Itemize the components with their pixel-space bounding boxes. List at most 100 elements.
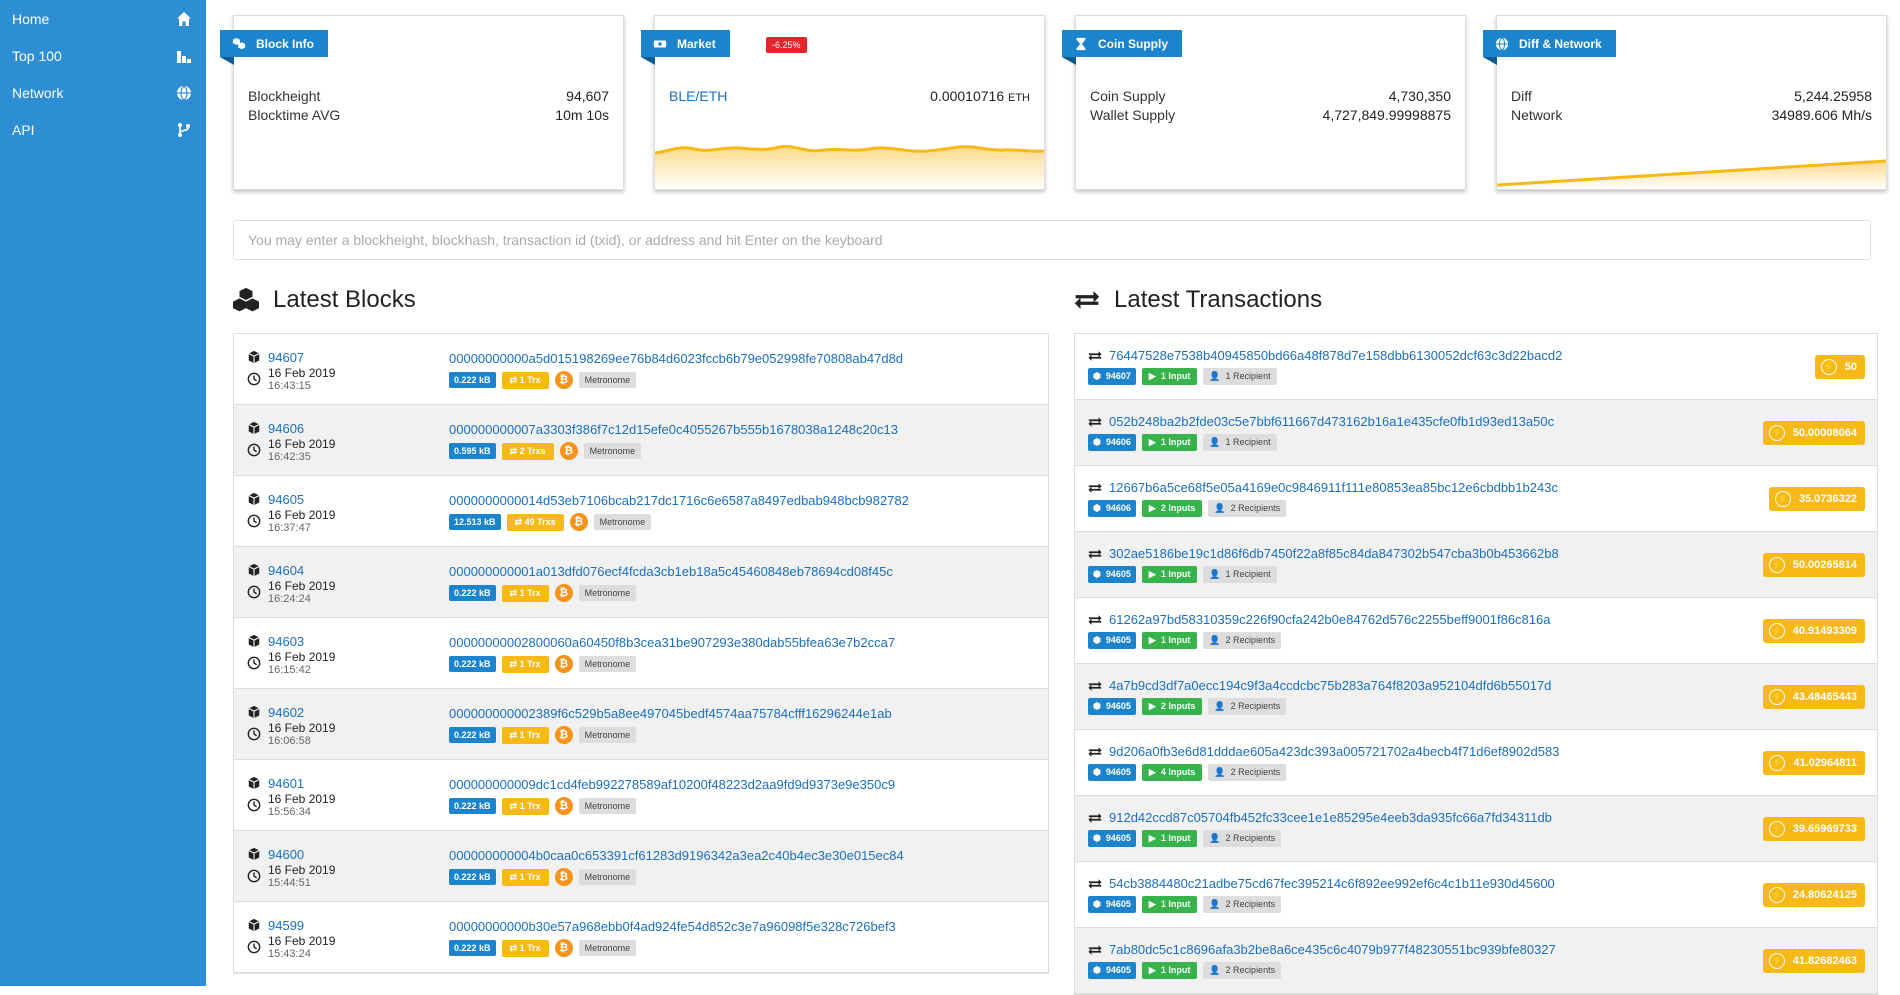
nav-item-label: Network	[12, 84, 64, 101]
block-height-link[interactable]: 94606	[268, 421, 304, 436]
stat-row: BLE/ETH 0.00010716 ETH	[669, 88, 1030, 104]
tx-recipients-badge: 👤 2 Recipients	[1208, 698, 1287, 715]
txid-link[interactable]: 302ae5186be19c1d86f6db7450f22a8f85c84da8…	[1109, 546, 1559, 561]
clock-icon	[247, 798, 261, 812]
bolt-icon: ⚡	[1768, 821, 1785, 837]
block-trx-badge: ⇄ 1 Trx	[501, 371, 549, 389]
tx-recipients-badge: 👤 2 Recipients	[1203, 896, 1282, 913]
bitcoin-icon: ₿	[554, 584, 573, 602]
block-height-link[interactable]: 94603	[268, 634, 304, 649]
block-row: 94602 16 Feb 2019 16:06:58 0000000000023…	[234, 689, 1048, 760]
block-row: 94604 16 Feb 2019 16:24:24 000000000001a…	[234, 547, 1048, 618]
cube-icon	[248, 847, 260, 861]
bitcoin-icon: ₿	[554, 868, 573, 886]
tx-inputs-badge: ▶ 1 Input	[1141, 566, 1198, 583]
tx-block-badge[interactable]: ⬢ 94605	[1088, 632, 1136, 649]
card-tag: Diff & Network	[1483, 30, 1616, 65]
txid-link[interactable]: 912d42ccd87c05704fb452fc33cee1e1e85295e4…	[1109, 810, 1552, 825]
block-height-link[interactable]: 94600	[268, 847, 304, 862]
block-date: 16 Feb 2019	[268, 721, 336, 735]
block-date: 16 Feb 2019	[268, 863, 336, 877]
tx-recipients-badge: 👤 2 Recipients	[1208, 764, 1287, 781]
block-hash-link[interactable]: 00000000002800060a60450f8b3cea31be907293…	[449, 635, 895, 650]
block-hash-link[interactable]: 000000000007a3303f386f7c12d15efe0c405526…	[449, 422, 898, 437]
block-time: 15:43:24	[268, 948, 311, 960]
tx-amount-badge: ⚡ 35.0736322	[1768, 487, 1865, 511]
cube-icon	[248, 563, 260, 577]
block-size-badge: 0.222 kB	[449, 869, 496, 885]
block-hash-link[interactable]: 000000000004b0caa0c653391cf61283d9196342…	[449, 848, 904, 863]
tx-badges: ⬢ 94605 ▶ 1 Input 👤 2 Recipients	[1088, 632, 1282, 649]
tx-recipients-badge: 👤 2 Recipients	[1208, 500, 1287, 517]
exchange-icon	[1074, 291, 1100, 309]
latest-blocks-list: 94607 16 Feb 2019 16:43:15 00000000000a5…	[233, 333, 1049, 974]
miner-badge: Metronome	[578, 372, 637, 388]
block-height-link[interactable]: 94605	[268, 492, 304, 507]
tx-recipients-badge: 👤 2 Recipients	[1203, 632, 1282, 649]
money-bill-icon	[653, 40, 667, 47]
exchange-icon	[1088, 879, 1102, 889]
block-hash-link[interactable]: 000000000002389f6c529b5a8ee497045bedf457…	[449, 706, 892, 721]
nav-item-label: API	[12, 121, 35, 138]
tx-inputs-badge: ▶ 1 Input	[1141, 368, 1198, 385]
nav-item-top100[interactable]: Top 100	[0, 37, 206, 74]
stat-row: Blocktime AVG 10m 10s	[248, 107, 609, 123]
miner-badge: Metronome	[578, 869, 637, 885]
block-size-badge: 0.222 kB	[449, 798, 496, 814]
block-height-link[interactable]: 94607	[268, 350, 304, 365]
transaction-row: 61262a97bd58310359c226f90cfa242b0e84762d…	[1075, 598, 1877, 664]
txid-link[interactable]: 9d206a0fb3e6d81dddae605a423dc393a0057217…	[1109, 744, 1559, 759]
tx-block-badge[interactable]: ⬢ 94606	[1088, 500, 1136, 517]
block-hash-link[interactable]: 000000000009dc1cd4feb992278589af10200f48…	[449, 777, 895, 792]
tx-amount-badge: ⚡ 50.00265814	[1762, 553, 1865, 577]
bitcoin-icon: ₿	[559, 442, 578, 460]
clock-icon	[247, 372, 261, 386]
tx-block-badge[interactable]: ⬢ 94605	[1088, 962, 1136, 979]
card-tag: Coin Supply	[1062, 30, 1182, 65]
nav-item-network[interactable]: Network	[0, 74, 206, 111]
block-hash-link[interactable]: 00000000000a5d015198269ee76b84d6023fccb6…	[449, 351, 903, 366]
tx-block-badge[interactable]: ⬢ 94605	[1088, 764, 1136, 781]
block-height-link[interactable]: 94601	[268, 776, 304, 791]
tx-inputs-badge: ▶ 1 Input	[1141, 434, 1198, 451]
nav-item-label: Top 100	[12, 47, 62, 64]
bitcoin-icon: ₿	[554, 939, 573, 957]
block-height-link[interactable]: 94604	[268, 563, 304, 578]
block-height-link[interactable]: 94602	[268, 705, 304, 720]
tx-block-badge[interactable]: ⬢ 94605	[1088, 896, 1136, 913]
txid-link[interactable]: 4a7b9cd3df7a0ecc194c9f3a4ccdcbc75b283a76…	[1109, 678, 1551, 693]
market-pair-link[interactable]: BLE/ETH	[669, 88, 727, 104]
txid-link[interactable]: 61262a97bd58310359c226f90cfa242b0e84762d…	[1109, 612, 1550, 627]
txid-link[interactable]: 052b248ba2b2fde03c5e7bbf611667d473162b16…	[1109, 414, 1554, 429]
block-trx-badge: ⇄ 1 Trx	[501, 655, 549, 673]
stat-value: 10m 10s	[555, 107, 609, 123]
tx-block-badge[interactable]: ⬢ 94605	[1088, 566, 1136, 583]
clock-icon	[247, 514, 261, 528]
tx-block-badge[interactable]: ⬢ 94605	[1088, 698, 1136, 715]
block-time: 15:56:34	[268, 806, 311, 818]
bitcoin-icon: ₿	[554, 371, 573, 389]
cube-icon	[248, 421, 260, 435]
txid-link[interactable]: 76447528e7538b40945850bd66a48f878d7e158d…	[1109, 348, 1562, 363]
block-hash-link[interactable]: 000000000001a013dfd076ecf4fcda3cb1eb18a5…	[449, 564, 893, 579]
tx-block-badge[interactable]: ⬢ 94605	[1088, 830, 1136, 847]
block-hash-link[interactable]: 0000000000014d53eb7106bcab217dc1716c6e65…	[449, 493, 909, 508]
tx-badges: ⬢ 94605 ▶ 1 Input 👤 2 Recipients	[1088, 896, 1282, 913]
txid-link[interactable]: 7ab80dc5c1c8696afa3b2be8a6ce435c6c4079b9…	[1109, 942, 1556, 957]
block-row: 94603 16 Feb 2019 16:15:42 0000000000280…	[234, 618, 1048, 689]
transaction-row: 7ab80dc5c1c8696afa3b2be8a6ce435c6c4079b9…	[1075, 928, 1877, 994]
txid-link[interactable]: 54cb3884480c21adbe75cd67fec395214c6f892e…	[1109, 876, 1555, 891]
main-content: Block Info Blockheight 94,607 Blocktime …	[206, 0, 1900, 995]
txid-link[interactable]: 12667b6a5ce68f5e05a4169e0c9846911f111e80…	[1109, 480, 1558, 495]
block-height-link[interactable]: 94599	[268, 918, 304, 933]
tx-block-badge[interactable]: ⬢ 94607	[1088, 368, 1136, 385]
tx-block-badge[interactable]: ⬢ 94606	[1088, 434, 1136, 451]
tx-recipients-badge: 👤 1 Recipient	[1203, 566, 1277, 583]
nav-item-home[interactable]: Home	[0, 0, 206, 37]
section-title-text: Latest Transactions	[1114, 286, 1323, 313]
tx-inputs-badge: ▶ 4 Inputs	[1141, 764, 1203, 781]
nav-item-api[interactable]: API	[0, 111, 206, 148]
search-input[interactable]	[233, 220, 1871, 260]
block-date: 16 Feb 2019	[268, 934, 336, 948]
block-hash-link[interactable]: 00000000000b30e57a968ebb0f4ad924fe54d852…	[449, 919, 896, 934]
